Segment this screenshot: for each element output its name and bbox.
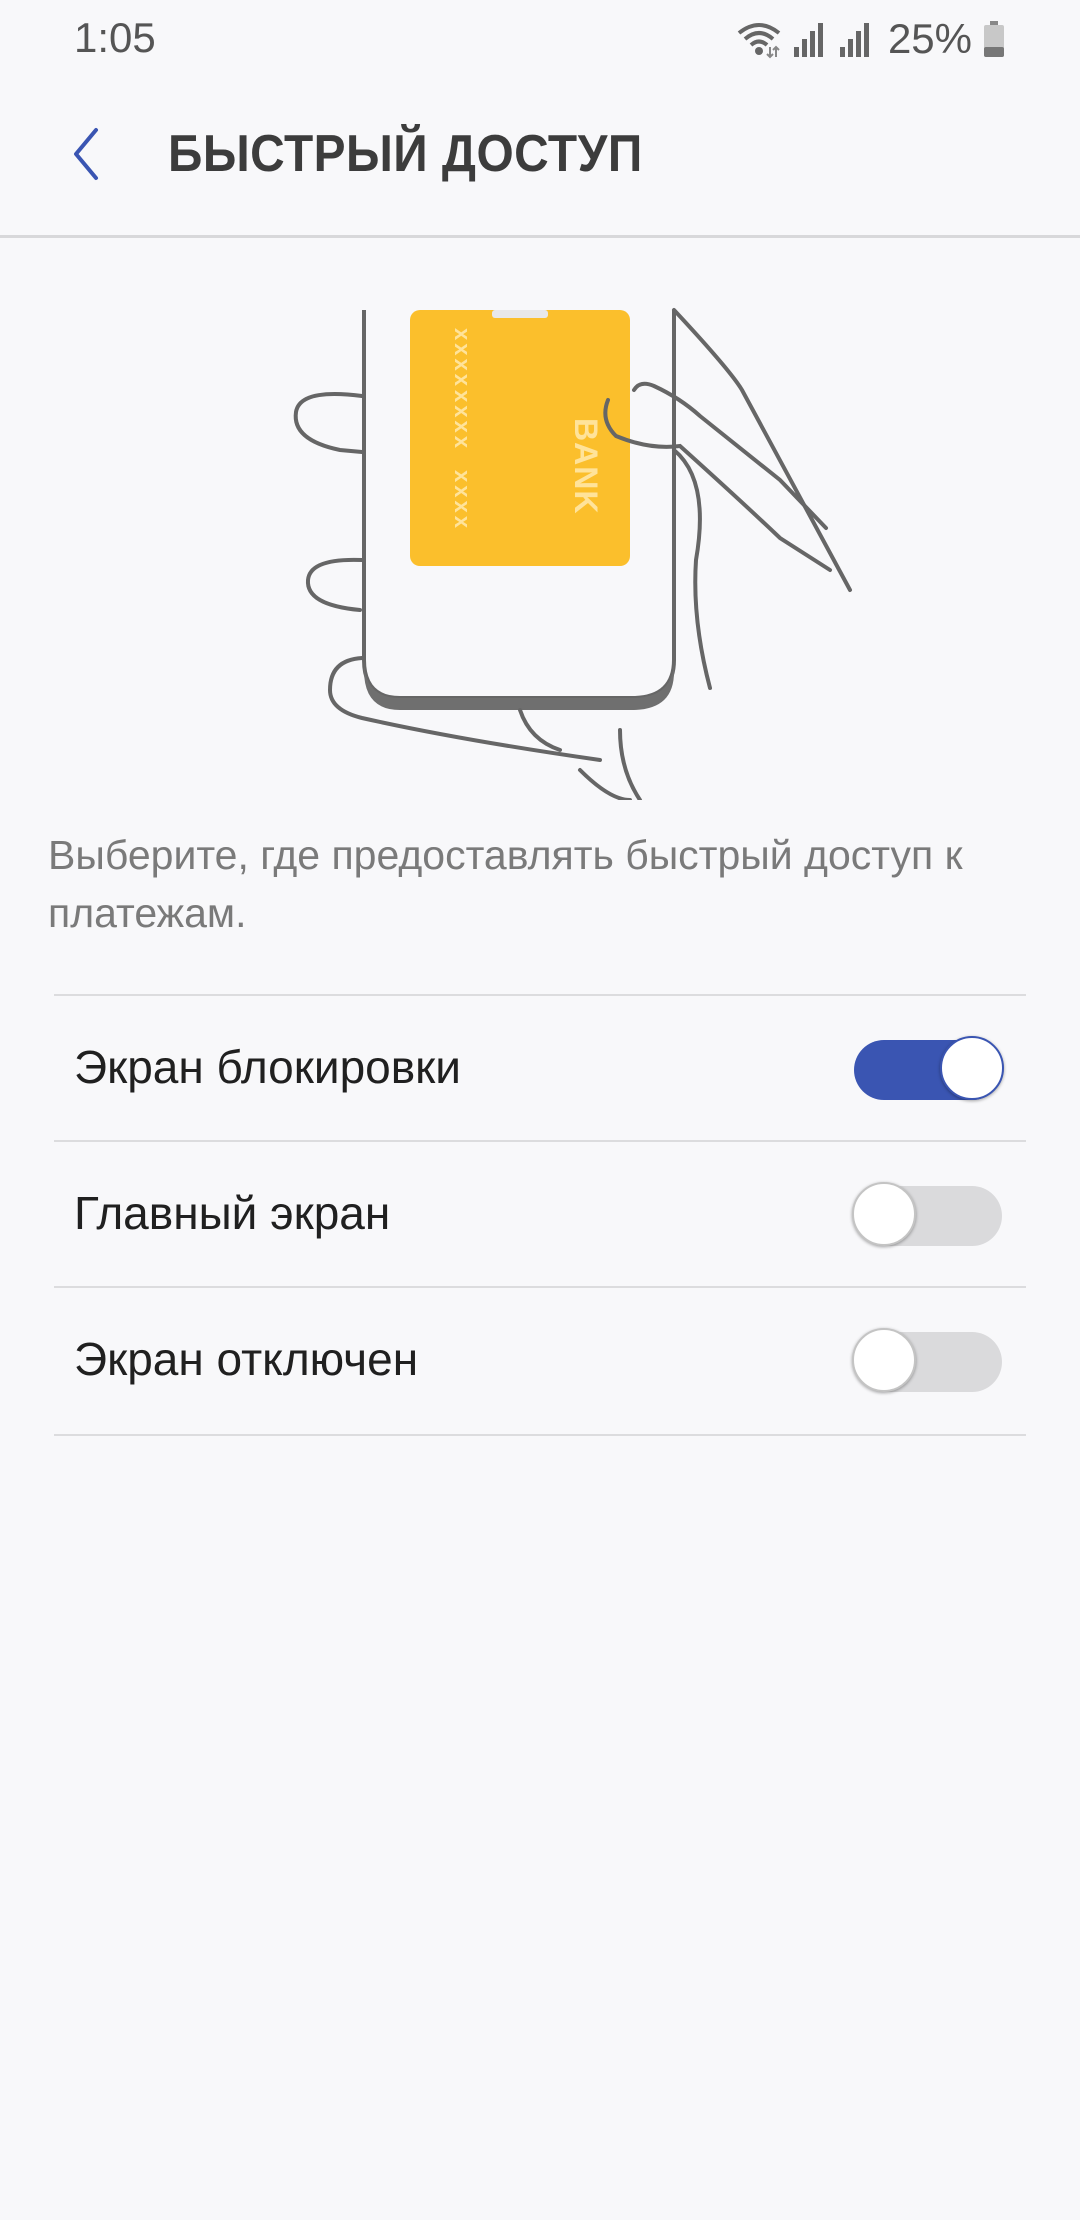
status-bar: 1:05 25% xyxy=(0,0,1080,76)
description-text: Выберите, где предоставлять быстрый дост… xyxy=(48,832,963,936)
card-number-group: xxxx xyxy=(450,328,475,389)
hand-phone-illustration: xxxx xxxx xxxx BANK xyxy=(260,300,940,802)
toggle-knob xyxy=(940,1036,1004,1100)
option-lock-screen[interactable]: Экран блокировки xyxy=(54,994,1026,1140)
chevron-left-icon xyxy=(66,124,106,189)
app-header: БЫСТРЫЙ ДОСТУП xyxy=(0,76,1080,238)
toggle-knob xyxy=(852,1328,916,1392)
options-list: Экран блокировки Главный экран Экран отк… xyxy=(54,994,1026,1436)
option-label: Экран отключен xyxy=(74,1333,419,1385)
option-screen-off[interactable]: Экран отключен xyxy=(54,1286,1026,1436)
signal-icon xyxy=(838,19,874,59)
back-button[interactable] xyxy=(46,116,126,196)
battery-icon xyxy=(982,19,1006,59)
toggle-knob xyxy=(852,1182,916,1246)
option-home-screen[interactable]: Главный экран xyxy=(54,1140,1026,1286)
home-screen-toggle[interactable] xyxy=(852,1182,1002,1246)
page-title: БЫСТРЫЙ ДОСТУП xyxy=(168,125,643,183)
card-number-group: xxxx xyxy=(450,470,475,531)
card-number-group: xxxx xyxy=(450,390,475,451)
status-time: 1:05 xyxy=(74,14,156,61)
card-bank-label: BANK xyxy=(568,418,604,514)
option-label: Экран блокировки xyxy=(74,1041,462,1093)
battery-percent: 25% xyxy=(887,15,972,62)
option-label: Главный экран xyxy=(74,1187,391,1239)
screen-off-toggle[interactable] xyxy=(852,1328,1002,1392)
status-icons: 25% xyxy=(736,14,1006,64)
lock-screen-toggle[interactable] xyxy=(854,1036,1004,1100)
signal-icon xyxy=(792,19,828,59)
wifi-icon xyxy=(736,19,782,59)
